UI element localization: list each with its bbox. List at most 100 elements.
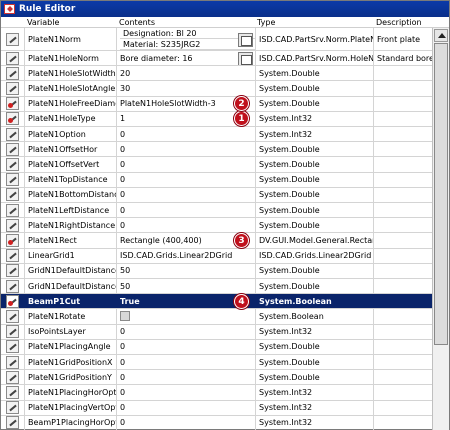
contents-cell[interactable]: 20 — [117, 66, 256, 81]
contents-cell[interactable]: 0 — [117, 415, 256, 430]
row-icon-cell[interactable] — [1, 28, 25, 50]
type-cell[interactable]: System.Double — [256, 263, 374, 278]
variable-cell[interactable]: PlateN1Rect — [25, 233, 117, 248]
contents-cell[interactable]: 0 — [117, 187, 256, 202]
table-row[interactable]: GridN1DefaultDistanceX 50 System.Double — [1, 263, 432, 279]
variable-cell[interactable]: PlateN1HoleFreeDiameter — [25, 96, 117, 111]
row-icon-cell[interactable] — [1, 400, 25, 415]
table-row[interactable]: PlateN1LeftDistance 0 System.Double — [1, 203, 432, 219]
table-row[interactable]: PlateN1PlacingHorOption0 System.Int32 — [1, 385, 432, 401]
type-cell[interactable]: System.Double — [256, 157, 374, 172]
row-icon-cell[interactable] — [1, 157, 25, 172]
row-icon-cell[interactable] — [1, 51, 25, 66]
variable-cell[interactable]: PlateN1GridPositionY — [25, 370, 117, 385]
type-cell[interactable]: System.Double — [256, 66, 374, 81]
table-row[interactable]: GridN1DefaultDistanceY 50 System.Double — [1, 279, 432, 295]
contents-cell[interactable]: Designation: Bl 20 Material: S235JRG2 — [117, 28, 256, 50]
table-row[interactable]: PlateN1HoleType 1 System.Int32 — [1, 111, 432, 127]
table-row[interactable]: PlateN1PlacingVertOption0 System.Int32 — [1, 400, 432, 416]
type-cell[interactable]: System.Boolean — [256, 309, 374, 324]
contents-cell[interactable]: 0 — [117, 127, 256, 142]
row-icon-cell[interactable] — [1, 324, 25, 339]
variable-cell[interactable]: PlateN1Rotate — [25, 309, 117, 324]
row-icon-cell[interactable] — [1, 96, 25, 111]
description-cell[interactable] — [374, 233, 432, 247]
table-row[interactable]: IsoPointsLayer 0 System.Int32 — [1, 324, 432, 340]
description-cell[interactable] — [374, 309, 432, 323]
description-cell[interactable] — [374, 340, 432, 354]
row-icon-cell[interactable] — [1, 111, 25, 126]
contents-cell[interactable]: 0 — [117, 142, 256, 157]
variable-cell[interactable]: PlateN1RightDistance — [25, 218, 117, 233]
row-icon-cell[interactable] — [1, 385, 25, 400]
table-row[interactable]: PlateN1Norm Designation: Bl 20 Material: S… — [1, 28, 432, 51]
variable-cell[interactable]: PlateN1HoleNorm — [25, 51, 117, 66]
table-row[interactable]: PlateN1GridPositionX 0 System.Double — [1, 355, 432, 371]
contents-cell[interactable]: 0 — [117, 355, 256, 370]
type-cell[interactable]: System.Int32 — [256, 400, 374, 415]
table-row[interactable]: PlateN1PlacingAngle 0 System.Double — [1, 339, 432, 355]
table-row[interactable]: PlateN1OffsetVert 0 System.Double — [1, 157, 432, 173]
type-cell[interactable]: ISD.CAD.Grids.Linear2DGrid — [256, 248, 374, 263]
variable-cell[interactable]: PlateN1PlacingHorOption — [25, 385, 117, 400]
contents-cell[interactable]: 0 — [117, 203, 256, 218]
variable-cell[interactable]: BeamP1Cut — [25, 294, 117, 309]
variable-cell[interactable]: PlateN1OffsetVert — [25, 157, 117, 172]
contents-cell[interactable] — [117, 309, 256, 324]
row-icon-cell[interactable] — [1, 339, 25, 354]
description-cell[interactable] — [374, 249, 432, 263]
description-cell[interactable] — [374, 401, 432, 415]
table-row[interactable]: PlateN1HoleNorm Bore diameter: 16 ISD.CAD.… — [1, 51, 432, 67]
contents-cell[interactable]: 0 — [117, 324, 256, 339]
type-cell[interactable]: System.Int32 — [256, 324, 374, 339]
type-cell[interactable]: System.Double — [256, 339, 374, 354]
variable-cell[interactable]: PlateN1HoleType — [25, 111, 117, 126]
table-row[interactable]: BeamP1PlacingHorOption0 System.Int32 — [1, 415, 432, 430]
table-row[interactable]: PlateN1BottomDistance 0 System.Double — [1, 187, 432, 203]
variable-cell[interactable]: PlateN1TopDistance — [25, 172, 117, 187]
contents-cell[interactable]: 50 — [117, 279, 256, 294]
row-icon-cell[interactable] — [1, 81, 25, 96]
type-cell[interactable]: System.Double — [256, 81, 374, 96]
description-cell[interactable] — [374, 112, 432, 126]
column-header-variable[interactable]: Variable — [27, 17, 59, 28]
type-cell[interactable]: ISD.CAD.PartSrv.Norm.PlateNorm — [256, 28, 374, 50]
column-header-contents[interactable]: Contents — [119, 17, 155, 28]
table-row[interactable]: PlateN1RightDistance 0 System.Double — [1, 218, 432, 234]
contents-cell[interactable]: 0 — [117, 218, 256, 233]
contents-cell[interactable]: 0 — [117, 370, 256, 385]
description-cell[interactable] — [374, 264, 432, 278]
contents-cell[interactable]: Bore diameter: 16 — [117, 51, 256, 66]
column-header-type[interactable]: Type — [257, 17, 275, 28]
row-icon-cell[interactable] — [1, 127, 25, 142]
type-cell[interactable]: System.Double — [256, 96, 374, 111]
description-cell[interactable] — [374, 173, 432, 187]
contents-cell[interactable]: 30 — [117, 81, 256, 96]
scroll-up-arrow-icon[interactable] — [434, 29, 448, 42]
description-cell[interactable] — [374, 203, 432, 217]
row-icon-cell[interactable] — [1, 309, 25, 324]
row-icon-cell[interactable] — [1, 233, 25, 248]
description-cell[interactable] — [374, 127, 432, 141]
row-icon-cell[interactable] — [1, 370, 25, 385]
contents-cell[interactable]: 0 — [117, 339, 256, 354]
description-cell[interactable] — [374, 416, 432, 430]
table-row[interactable]: PlateN1HoleSlotAngle 30 System.Double — [1, 81, 432, 97]
variable-cell[interactable]: BeamP1PlacingHorOption — [25, 415, 117, 430]
description-cell[interactable] — [374, 325, 432, 339]
variable-cell[interactable]: GridN1DefaultDistanceY — [25, 279, 117, 294]
variable-cell[interactable]: IsoPointsLayer — [25, 324, 117, 339]
row-icon-cell[interactable] — [1, 203, 25, 218]
type-cell[interactable]: DV.GUI.Model.General.Rectangle — [256, 233, 374, 248]
rotate-checkbox[interactable] — [120, 311, 130, 322]
contents-cell[interactable]: 50 — [117, 263, 256, 278]
type-cell[interactable]: System.Double — [256, 172, 374, 187]
row-icon-cell[interactable] — [1, 172, 25, 187]
description-cell[interactable] — [374, 355, 432, 369]
row-icon-cell[interactable] — [1, 294, 25, 309]
variable-cell[interactable]: PlateN1PlacingVertOption — [25, 400, 117, 415]
type-cell[interactable]: System.Double — [256, 187, 374, 202]
row-icon-cell[interactable] — [1, 66, 25, 81]
variable-cell[interactable]: PlateN1HoleSlotAngle — [25, 81, 117, 96]
variable-cell[interactable]: PlateN1PlacingAngle — [25, 339, 117, 354]
